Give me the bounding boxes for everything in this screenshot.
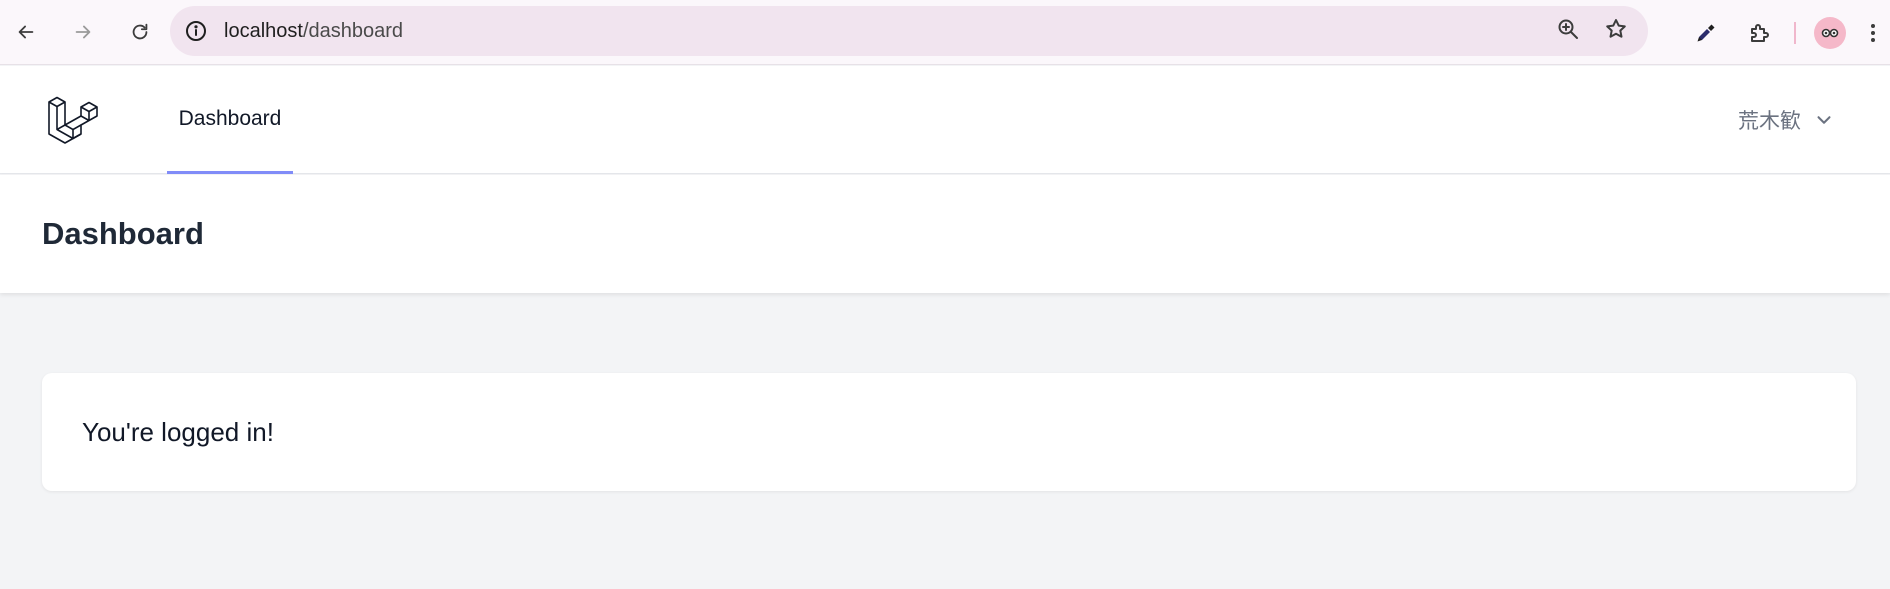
forward-button[interactable]: [65, 14, 101, 50]
zoom-in-icon: [1558, 19, 1578, 39]
toolbar-separator: [1794, 21, 1796, 44]
back-button[interactable]: [8, 14, 44, 50]
reload-button[interactable]: [122, 14, 158, 50]
arrow-left-icon: [18, 25, 34, 39]
avatar-icon: [1821, 28, 1839, 37]
address-bar-actions: [1556, 6, 1628, 56]
browser-right-controls: [1686, 0, 1890, 65]
app-navbar: Dashboard 荒木歓: [0, 66, 1890, 174]
address-bar[interactable]: localhost/dashboard: [170, 6, 1648, 56]
login-status-message: You're logged in!: [82, 416, 274, 447]
user-name: 荒木歓: [1738, 109, 1801, 133]
info-icon: [186, 21, 206, 41]
zoom-button[interactable]: [1556, 17, 1580, 46]
page-title: Dashboard: [42, 216, 204, 251]
site-info-button[interactable]: [182, 17, 210, 45]
browser-menu-button[interactable]: [1856, 13, 1890, 53]
extensions-button[interactable]: [1740, 13, 1780, 53]
profile-button[interactable]: [1814, 16, 1846, 49]
browser-toolbar: localhost/dashboard: [0, 0, 1890, 65]
content-card: You're logged in!: [42, 373, 1856, 491]
browser-nav-buttons: [4, 14, 158, 50]
page-header: Dashboard: [0, 175, 1890, 293]
puzzle-icon: [1751, 23, 1769, 42]
bookmark-button[interactable]: [1604, 17, 1628, 46]
reload-icon: [132, 23, 148, 40]
star-icon: [1606, 18, 1626, 38]
chevron-down-icon: [1817, 116, 1831, 124]
app-logo[interactable]: [46, 92, 102, 148]
user-menu-button[interactable]: 荒木歓: [1738, 66, 1835, 174]
url-host: localhost: [224, 19, 303, 42]
nav-link-dashboard[interactable]: Dashboard: [167, 66, 293, 174]
arrow-right-icon: [75, 25, 91, 39]
kebab-menu-icon: [1871, 23, 1875, 42]
eyedropper-icon: [1697, 24, 1715, 41]
eyedropper-button[interactable]: [1686, 13, 1726, 53]
url-path: /dashboard: [302, 19, 404, 42]
laravel-logo-icon: [48, 96, 98, 144]
url-text: localhost/dashboard: [224, 20, 403, 43]
